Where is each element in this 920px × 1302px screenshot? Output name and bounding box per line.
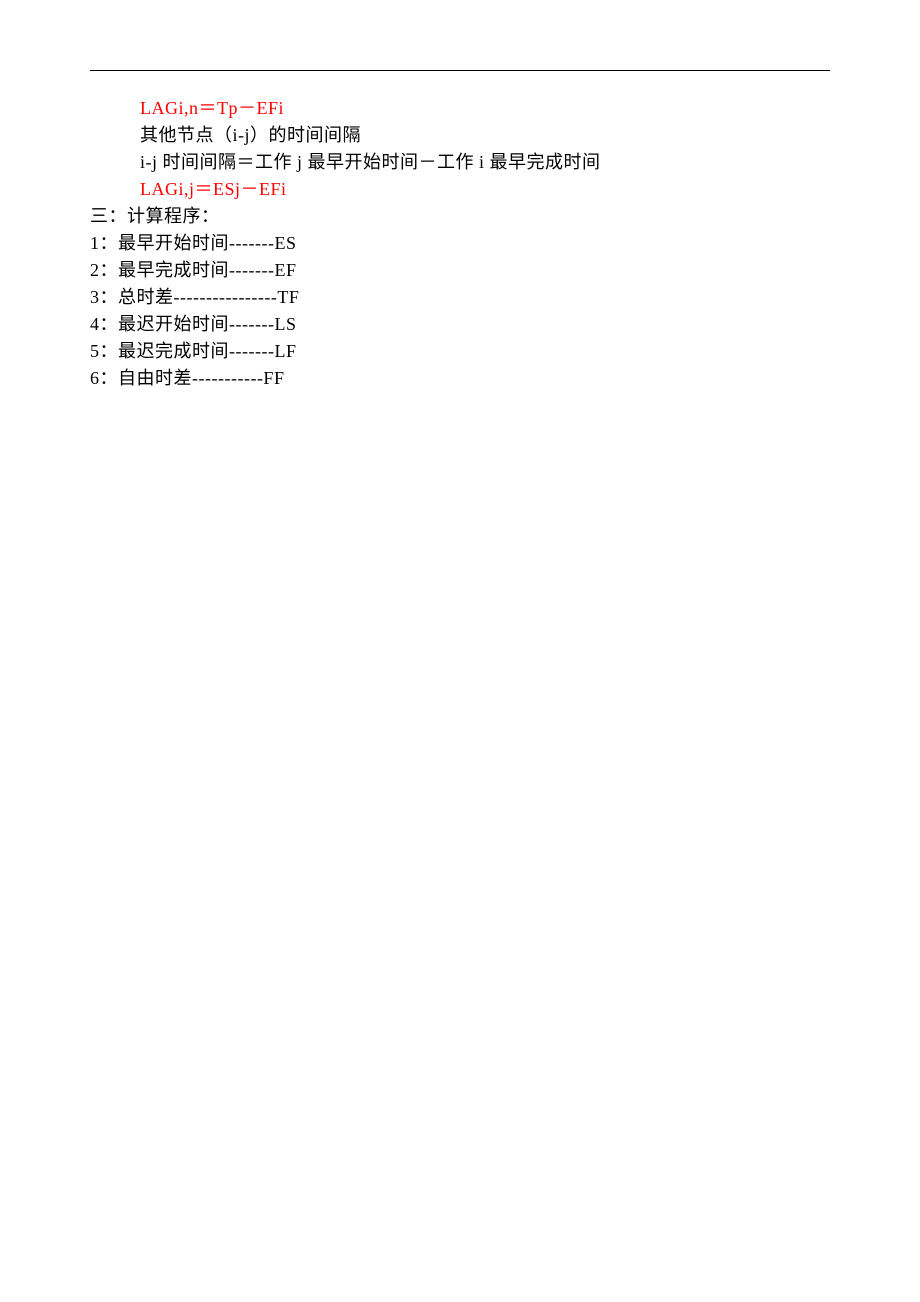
text-line: 1：最早开始时间-------ES <box>90 230 830 257</box>
text-line: 其他节点（i-j）的时间间隔 <box>90 122 830 149</box>
text-line: 6：自由时差-----------FF <box>90 365 830 392</box>
text-line: 5：最迟完成时间-------LF <box>90 338 830 365</box>
text-line: LAGi,n＝Tp－EFi <box>90 95 830 122</box>
document-page: LAGi,n＝Tp－EFi 其他节点（i-j）的时间间隔 i-j 时间间隔＝工作… <box>0 0 920 392</box>
text-line: 4：最迟开始时间-------LS <box>90 311 830 338</box>
text-line: LAGi,j＝ESj－EFi <box>90 176 830 203</box>
text-line: 三：计算程序： <box>90 203 830 230</box>
text-line: 3：总时差----------------TF <box>90 284 830 311</box>
text-line: i-j 时间间隔＝工作 j 最早开始时间－工作 i 最早完成时间 <box>90 149 830 176</box>
horizontal-rule <box>90 70 830 71</box>
text-line: 2：最早完成时间-------EF <box>90 257 830 284</box>
